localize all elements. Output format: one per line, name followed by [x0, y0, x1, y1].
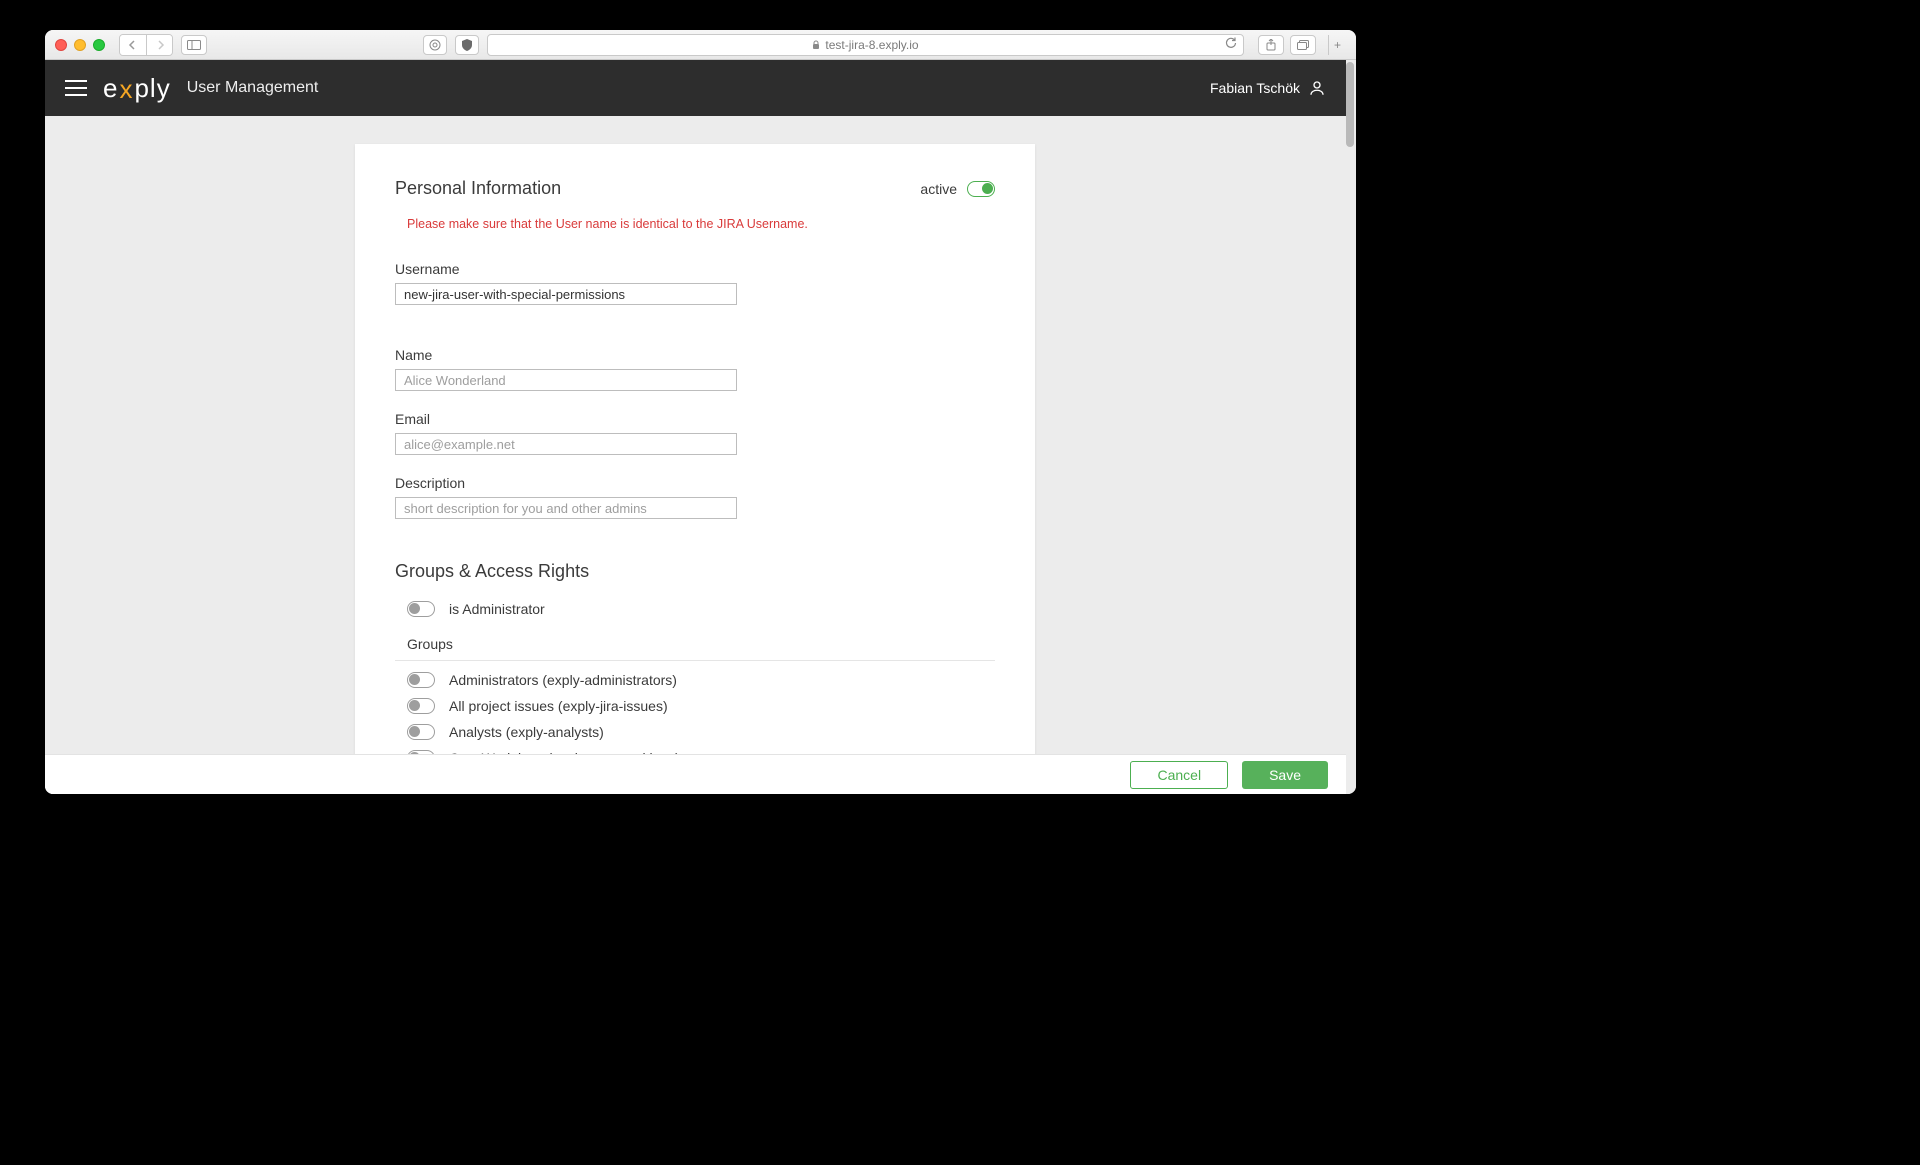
- username-label: Username: [395, 261, 995, 277]
- user-name: Fabian Tschök: [1210, 80, 1300, 96]
- minimize-window-button[interactable]: [74, 39, 86, 51]
- tabs-button[interactable]: [1290, 35, 1316, 55]
- email-label: Email: [395, 411, 995, 427]
- name-label: Name: [395, 347, 995, 363]
- toolbar-right: [1258, 35, 1316, 55]
- browser-window: test-jira-8.exply.io + exply: [45, 30, 1356, 794]
- description-input[interactable]: [395, 497, 737, 519]
- reader-button[interactable]: [423, 35, 447, 55]
- page-title: User Management: [187, 79, 319, 97]
- app-viewport: exply User Management Fabian Tschök Pers…: [45, 60, 1356, 794]
- group-row: All project issues (exply-jira-issues): [395, 693, 995, 719]
- groups-subtitle: Groups: [407, 636, 995, 652]
- maximize-window-button[interactable]: [93, 39, 105, 51]
- group-label: All project issues (exply-jira-issues): [449, 698, 668, 714]
- active-toggle[interactable]: [967, 181, 995, 197]
- lock-icon: [812, 40, 820, 50]
- cancel-button[interactable]: Cancel: [1130, 761, 1228, 789]
- name-input[interactable]: [395, 369, 737, 391]
- divider: [395, 660, 995, 661]
- email-input[interactable]: [395, 433, 737, 455]
- field-username: Username: [395, 261, 995, 305]
- logo[interactable]: exply: [103, 73, 171, 104]
- group-label: Administrators (exply-administrators): [449, 672, 677, 688]
- new-tab-button[interactable]: +: [1328, 35, 1346, 55]
- cancel-label: Cancel: [1157, 767, 1201, 783]
- field-name: Name: [395, 347, 995, 391]
- description-label: Description: [395, 475, 995, 491]
- is-admin-row: is Administrator: [395, 596, 995, 622]
- field-description: Description: [395, 475, 995, 519]
- is-admin-label: is Administrator: [449, 601, 545, 617]
- active-label: active: [920, 181, 957, 197]
- logo-part: ply: [134, 73, 170, 104]
- app-header: exply User Management Fabian Tschök: [45, 60, 1346, 116]
- forward-button[interactable]: [146, 35, 172, 55]
- section-title-groups: Groups & Access Rights: [395, 561, 995, 582]
- scrollbar-thumb[interactable]: [1346, 62, 1354, 147]
- user-icon: [1308, 79, 1326, 97]
- sidebar-toggle-button[interactable]: [181, 35, 207, 55]
- field-email: Email: [395, 411, 995, 455]
- close-window-button[interactable]: [55, 39, 67, 51]
- footer-bar: Cancel Save: [45, 754, 1346, 794]
- content-area: Personal Information active Please make …: [45, 116, 1346, 754]
- username-input[interactable]: [395, 283, 737, 305]
- group-row: Analysts (exply-analysts): [395, 719, 995, 745]
- group-toggle[interactable]: [407, 724, 435, 740]
- address-bar[interactable]: test-jira-8.exply.io: [487, 34, 1244, 56]
- section-title-personal: Personal Information: [395, 178, 561, 199]
- is-admin-toggle[interactable]: [407, 601, 435, 617]
- group-row: Own Work logs (exply-own-worklogs): [395, 745, 995, 754]
- group-row: Administrators (exply-administrators): [395, 667, 995, 693]
- reload-button[interactable]: [1225, 37, 1237, 52]
- group-toggle[interactable]: [407, 672, 435, 688]
- back-button[interactable]: [120, 35, 146, 55]
- user-menu[interactable]: Fabian Tschök: [1210, 79, 1326, 97]
- logo-part: e: [103, 73, 118, 104]
- save-button[interactable]: Save: [1242, 761, 1328, 789]
- user-form-card: Personal Information active Please make …: [355, 144, 1035, 754]
- group-toggle[interactable]: [407, 698, 435, 714]
- group-label: Analysts (exply-analysts): [449, 724, 604, 740]
- privacy-shield-button[interactable]: [455, 35, 479, 55]
- menu-button[interactable]: [65, 80, 87, 96]
- browser-toolbar: test-jira-8.exply.io +: [45, 30, 1356, 60]
- save-label: Save: [1269, 767, 1301, 783]
- address-text: test-jira-8.exply.io: [825, 38, 918, 52]
- nav-buttons: [119, 34, 173, 56]
- username-warning: Please make sure that the User name is i…: [407, 217, 995, 231]
- logo-part: x: [119, 74, 133, 105]
- window-controls: [55, 39, 105, 51]
- share-button[interactable]: [1258, 35, 1284, 55]
